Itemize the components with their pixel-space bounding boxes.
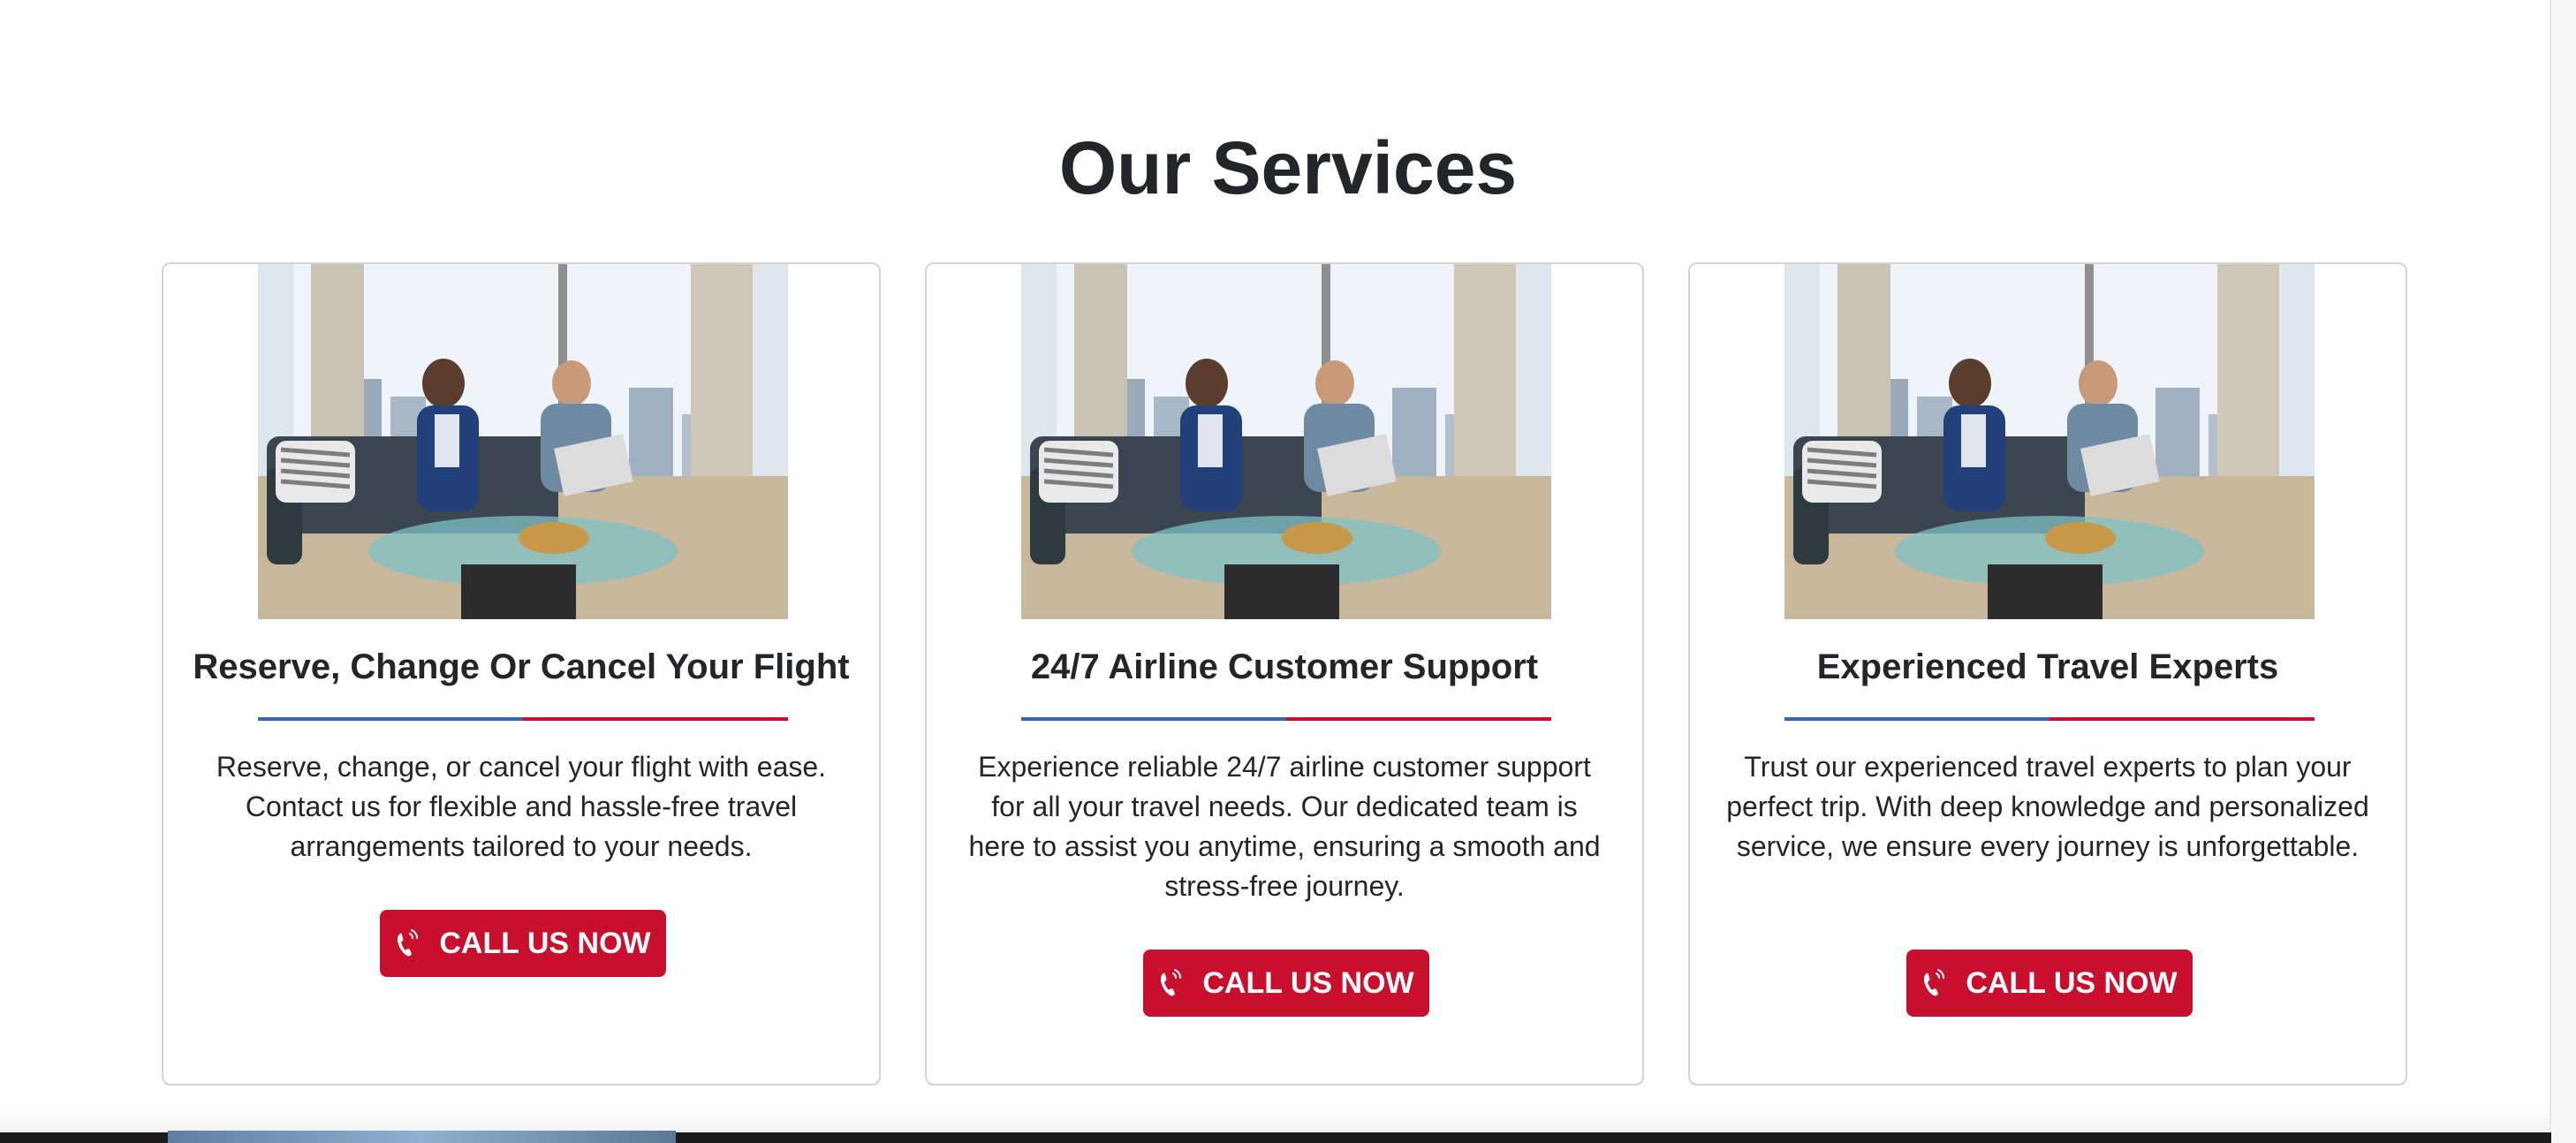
service-card-image (1784, 264, 2315, 619)
phone-icon (395, 928, 421, 958)
call-us-now-button[interactable]: CALL US NOW (380, 910, 666, 977)
service-card-image (258, 264, 788, 619)
service-card-description: Reserve, change, or cancel your flight w… (216, 751, 827, 862)
service-card-description: Trust our experienced travel experts to … (1726, 751, 2369, 862)
title-divider (258, 717, 788, 721)
call-button-label: CALL US NOW (1966, 965, 2178, 1000)
title-divider (1021, 717, 1551, 721)
service-card-reserve: Reserve, Change Or Cancel Your Flight Re… (162, 262, 881, 1086)
service-card-description: Experience reliable 24/7 airline custome… (968, 751, 1601, 902)
service-card-support: 24/7 Airline Customer Support Experience… (925, 262, 1644, 1086)
service-card-title: Reserve, Change Or Cancel Your Flight (193, 647, 850, 686)
next-section-image (168, 1131, 676, 1143)
title-divider (1784, 717, 2315, 721)
call-us-now-button[interactable]: CALL US NOW (1143, 950, 1429, 1017)
service-card-title: Experienced Travel Experts (1816, 647, 2279, 686)
call-button-label: CALL US NOW (439, 926, 651, 960)
service-card-experts: Experienced Travel Experts Trust our exp… (1688, 262, 2407, 1086)
section-title: Our Services (1058, 126, 1518, 209)
service-card-title: 24/7 Airline Customer Support (1030, 647, 1539, 686)
phone-icon (1921, 968, 1948, 998)
call-button-label: CALL US NOW (1202, 965, 1414, 1000)
phone-icon (1158, 968, 1185, 998)
call-us-now-button[interactable]: CALL US NOW (1906, 950, 2193, 1017)
service-card-image (1021, 264, 1551, 619)
